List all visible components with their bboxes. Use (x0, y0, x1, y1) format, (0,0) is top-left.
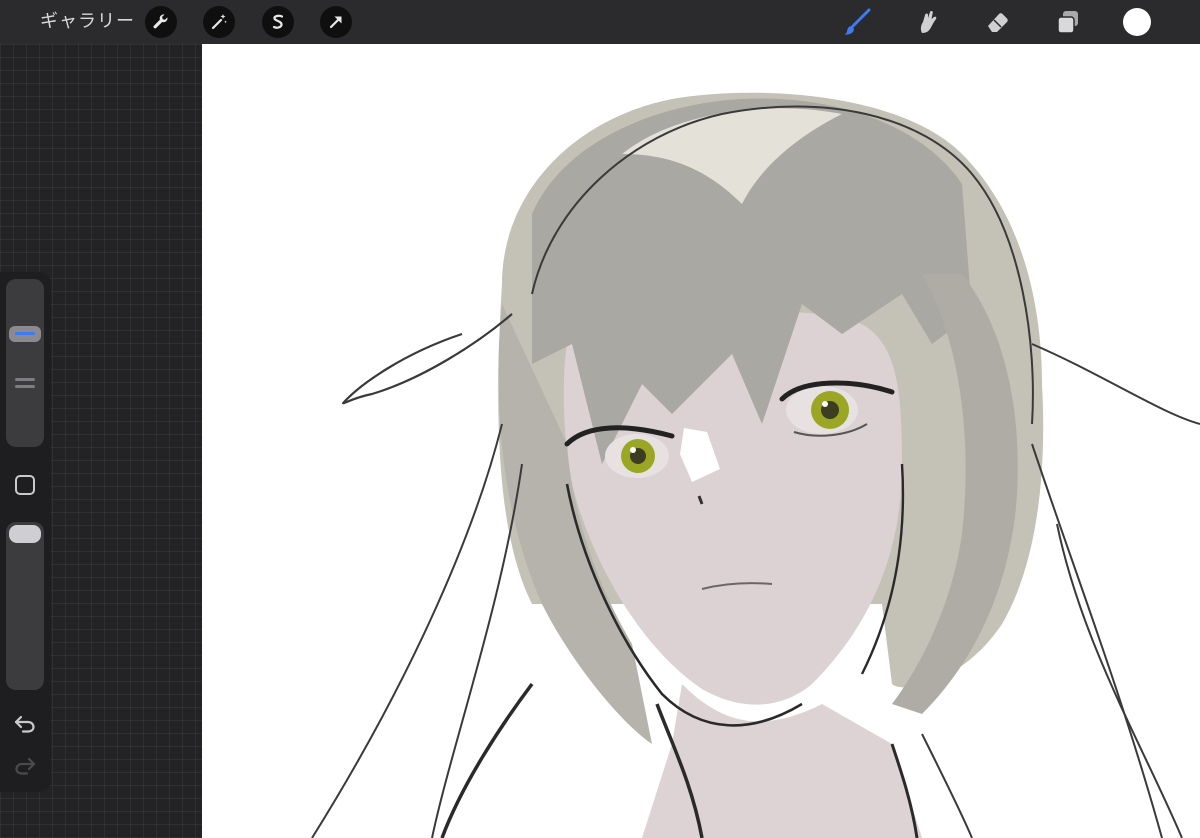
gallery-button[interactable]: ギャラリー (40, 9, 135, 35)
magic-wand-icon (211, 14, 227, 30)
modify-button[interactable] (14, 474, 36, 496)
brush-opacity-slider[interactable] (6, 522, 44, 690)
undo-icon (14, 715, 35, 733)
top-toolbar: ギャラリー (0, 0, 1200, 44)
brush-size-slider[interactable] (6, 279, 44, 447)
redo-button[interactable] (13, 754, 37, 778)
square-modify-icon (15, 475, 35, 495)
redo-icon (15, 757, 36, 775)
left-sidebar (0, 272, 51, 792)
brush-icon (844, 8, 871, 35)
wrench-icon (153, 14, 168, 29)
adjustments-button[interactable] (203, 6, 235, 38)
selection-icon (272, 14, 284, 29)
transform-arrow-icon (329, 16, 342, 29)
eraser-tool-button[interactable] (982, 6, 1014, 38)
eraser-icon (988, 13, 1008, 32)
smudge-icon (920, 11, 937, 34)
artwork-illustration (311, 92, 1200, 838)
brush-opacity-slider-thumb[interactable] (9, 525, 41, 543)
drawing-canvas[interactable] (202, 44, 1200, 838)
actions-button[interactable] (145, 6, 177, 38)
size-slider-ticks (15, 378, 35, 392)
layers-icon (1057, 11, 1078, 34)
brush-tool-button[interactable] (841, 6, 873, 38)
color-picker-button[interactable] (1123, 8, 1151, 36)
smudge-tool-button[interactable] (910, 6, 942, 38)
transform-button[interactable] (320, 6, 352, 38)
layers-button[interactable] (1052, 6, 1084, 38)
brush-size-slider-thumb[interactable] (9, 325, 41, 342)
undo-button[interactable] (13, 712, 37, 736)
selection-button[interactable] (262, 6, 294, 38)
